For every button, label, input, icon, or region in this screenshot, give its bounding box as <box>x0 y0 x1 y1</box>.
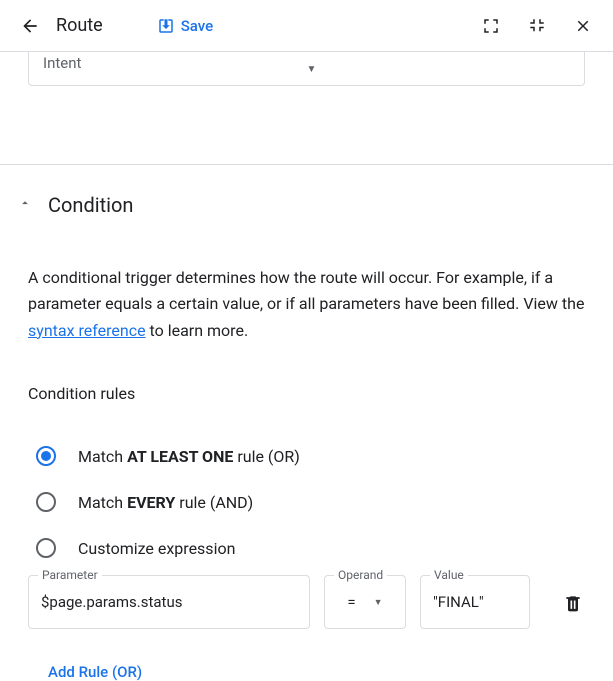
fullscreen-icon <box>482 17 500 35</box>
fullscreen-exit-button[interactable] <box>525 14 549 38</box>
value-input[interactable] <box>420 575 530 629</box>
dropdown-caret-icon: ▼ <box>307 64 571 75</box>
intent-placeholder: Intent <box>43 54 307 72</box>
delete-rule-button[interactable] <box>561 591 585 615</box>
header: Route Save <box>0 0 613 52</box>
save-download-icon <box>157 17 175 35</box>
operand-select[interactable]: = ▼ <box>324 575 406 629</box>
save-label: Save <box>181 17 213 35</box>
arrow-back-icon <box>20 16 40 36</box>
condition-description: A conditional trigger determines how the… <box>28 265 585 344</box>
radio-customize[interactable]: Customize expression <box>28 525 585 571</box>
value-field-label: Value <box>430 568 468 582</box>
syntax-reference-link[interactable]: syntax reference <box>28 321 146 340</box>
radio-and-label: Match EVERY rule (AND) <box>78 493 253 512</box>
radio-custom-label: Customize expression <box>78 539 235 558</box>
save-button[interactable]: Save <box>157 17 213 35</box>
condition-rules-heading: Condition rules <box>28 384 585 403</box>
dropdown-caret-icon: ▼ <box>374 597 383 608</box>
parameter-input[interactable] <box>28 575 310 629</box>
operand-value: = <box>347 593 355 611</box>
radio-icon <box>36 492 56 512</box>
fullscreen-button[interactable] <box>479 14 503 38</box>
condition-section-toggle[interactable]: Condition <box>18 193 585 217</box>
parameter-field-label: Parameter <box>38 568 102 582</box>
trash-icon <box>563 593 583 613</box>
back-button[interactable] <box>18 14 42 38</box>
radio-icon <box>36 446 56 466</box>
radio-or-label: Match AT LEAST ONE rule (OR) <box>78 447 300 466</box>
radio-match-and[interactable]: Match EVERY rule (AND) <box>28 479 585 525</box>
operand-field-label: Operand <box>334 568 387 582</box>
radio-match-or[interactable]: Match AT LEAST ONE rule (OR) <box>28 433 585 479</box>
intent-select[interactable]: Intent ▼ <box>28 52 585 86</box>
add-rule-button[interactable]: Add Rule (OR) <box>48 663 142 681</box>
close-button[interactable] <box>571 14 595 38</box>
radio-icon <box>36 538 56 558</box>
page-title: Route <box>56 15 103 36</box>
close-icon <box>574 17 592 35</box>
fullscreen-exit-icon <box>528 17 546 35</box>
chevron-up-icon <box>18 196 32 214</box>
condition-title: Condition <box>48 193 133 217</box>
